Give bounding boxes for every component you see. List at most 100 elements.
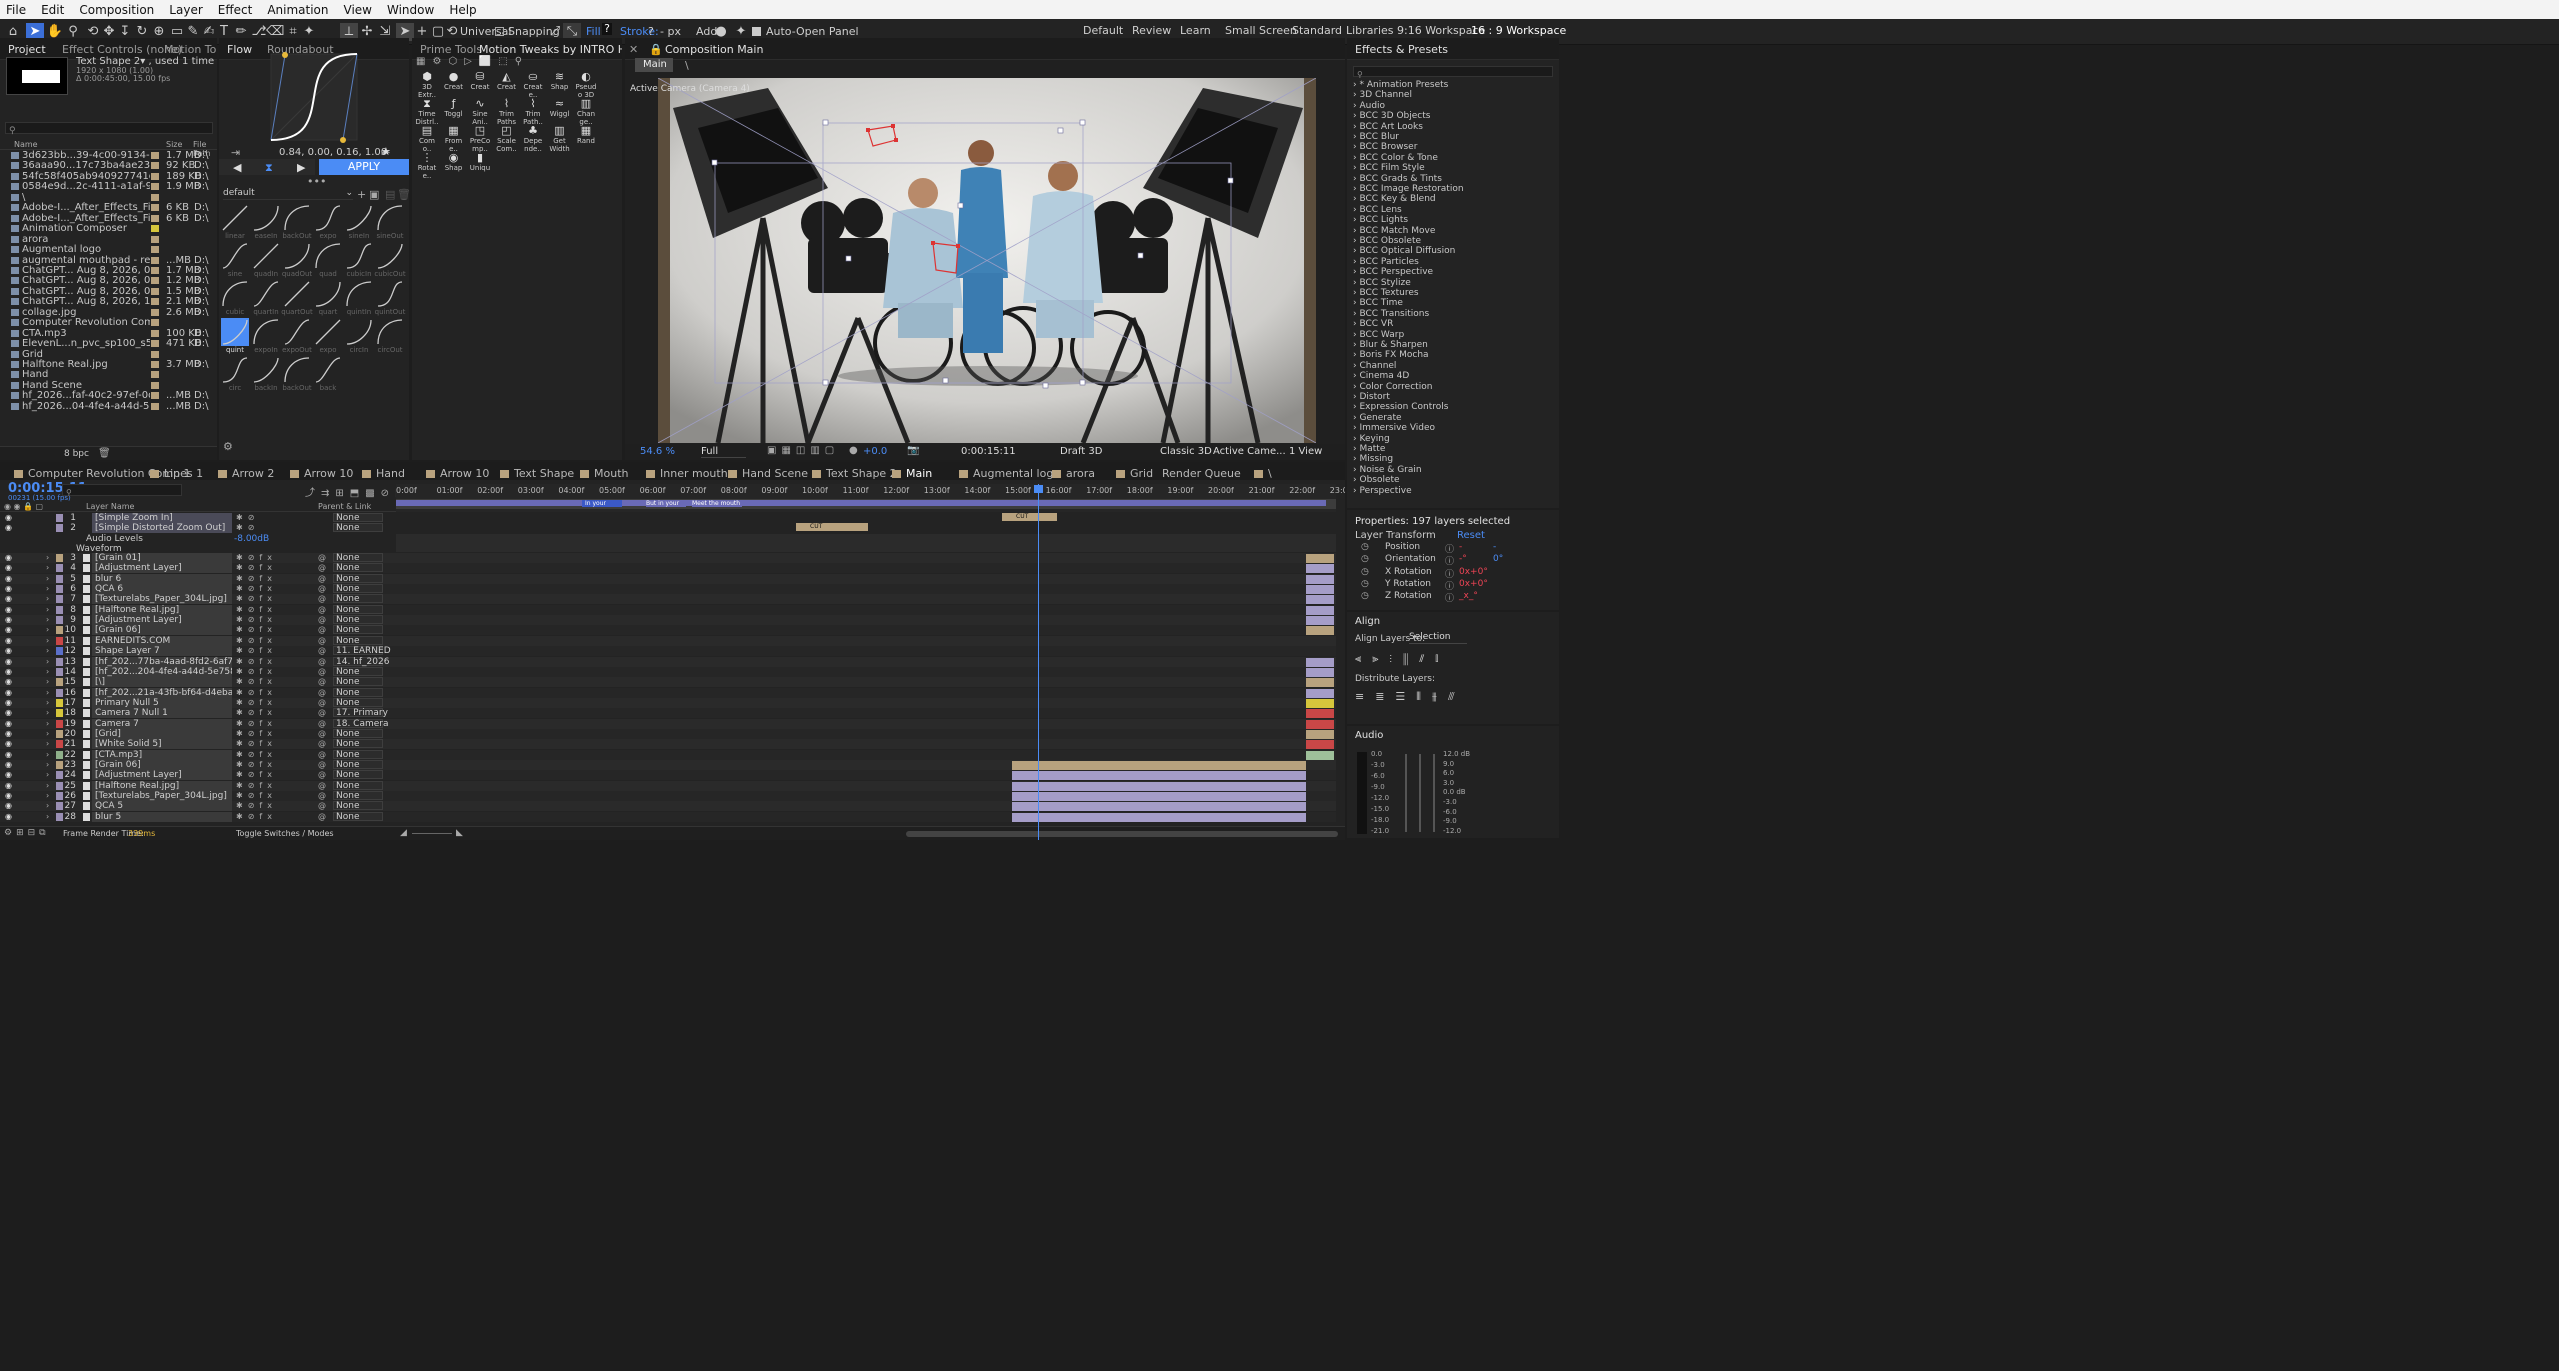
menu-layer[interactable]: Layer <box>169 3 202 17</box>
ease-preset[interactable] <box>345 242 373 270</box>
layer-name[interactable]: Camera 7 Null 1 <box>92 708 232 719</box>
col-size[interactable]: Size <box>166 140 182 149</box>
effect-category[interactable]: › 3D Channel <box>1353 90 1412 100</box>
comp-breadcrumb-main[interactable]: Main <box>635 58 673 72</box>
visibility-icon[interactable]: ◉ <box>5 761 13 769</box>
trash-icon[interactable]: 🗑 <box>98 448 111 459</box>
label-color[interactable] <box>56 678 63 687</box>
motion-tool-icon[interactable]: ∿ <box>469 97 491 110</box>
ease-preset[interactable] <box>376 318 404 346</box>
workspace-review[interactable]: Review <box>1132 24 1171 37</box>
layer-row[interactable]: ◉ › 20 [Grid] ✱⊘fx @ None <box>0 728 1336 739</box>
effect-category[interactable]: › BCC Grads & Tints <box>1353 174 1442 184</box>
layer-row[interactable]: ◉ › 23 [Grain 06] ✱⊘fx @ None <box>0 760 1336 770</box>
visibility-icon[interactable]: ◉ <box>5 514 13 522</box>
pickwhip-icon[interactable]: @ <box>318 760 326 769</box>
project-item[interactable]: hf_2026...faf-40c2-97ef-0d39d5018461.png… <box>8 390 209 401</box>
menu-view[interactable]: View <box>344 3 372 17</box>
effect-category[interactable]: › * Animation Presets <box>1353 80 1448 90</box>
timeline-tab[interactable]: Augmental logo <box>959 467 1060 480</box>
timeline-tab[interactable]: Arrow 10 <box>290 467 353 480</box>
effect-category[interactable]: › BCC Obsolete <box>1353 236 1421 246</box>
project-item[interactable]: Adobe-I..._After_Effects_Filetype_AEP.pn… <box>8 202 209 213</box>
layer-name[interactable]: Camera 7 <box>92 718 232 729</box>
label-swatch[interactable] <box>151 361 159 368</box>
layer-bar[interactable] <box>1012 812 1306 822</box>
effect-category[interactable]: › Immersive Video <box>1353 423 1435 433</box>
layer-name[interactable]: [hf_202...21a-43fb-bf64-d4eba78ac845.png… <box>92 687 232 698</box>
expand-chevron-icon[interactable]: › <box>46 708 49 717</box>
layer-switches[interactable]: ✱⊘fx <box>236 750 296 759</box>
label-color[interactable] <box>56 667 63 676</box>
menu-help[interactable]: Help <box>449 3 476 17</box>
preset-dropdown[interactable]: default ⌄ <box>223 188 353 200</box>
expand-chevron-icon[interactable]: › <box>46 750 49 759</box>
label-swatch[interactable] <box>151 172 159 180</box>
layer-row[interactable]: ◉ › 4 [Adjustment Layer] ✱⊘fx @ None <box>0 563 1336 574</box>
label-color[interactable] <box>56 771 63 780</box>
timeline-tab[interactable]: Text Shape 2 <box>812 467 897 480</box>
parent-select[interactable]: None <box>333 604 383 614</box>
label-color[interactable] <box>56 585 63 594</box>
transform-row[interactable]: ◷ X Rotation ⓘ 0x+0° <box>1347 566 1559 580</box>
motion-tool-label[interactable]: Rotat e.. <box>414 164 440 180</box>
label-color[interactable] <box>56 564 63 573</box>
layer-name[interactable]: [Grid] <box>92 728 232 739</box>
layer-bar[interactable] <box>1306 667 1334 677</box>
label-color[interactable] <box>56 626 63 635</box>
layer-switches[interactable]: ✱⊘fx <box>236 647 296 655</box>
project-item[interactable]: \ <box>8 192 209 203</box>
ease-preset[interactable] <box>314 204 342 232</box>
parent-select[interactable]: None <box>333 513 383 523</box>
motion-tool-icon[interactable]: ◉ <box>443 151 465 164</box>
label-color[interactable] <box>56 595 63 604</box>
layer-switches[interactable]: ✱⊘fx <box>236 709 296 717</box>
layer-bar[interactable] <box>1306 574 1334 584</box>
label-color[interactable] <box>56 812 63 821</box>
menu-file[interactable]: File <box>6 3 26 17</box>
parent-select[interactable]: 18. Camera <box>333 718 389 728</box>
layer-name[interactable]: [CTA.mp3] <box>92 749 232 760</box>
motion-tool-icon[interactable]: ≈ <box>549 97 571 110</box>
pickwhip-icon[interactable]: @ <box>318 688 326 697</box>
motion-tool-label[interactable]: Toggl <box>441 110 467 118</box>
layer-row[interactable]: ◉ › 8 [Halftone Real.jpg] ✱⊘fx @ None <box>0 604 1336 615</box>
workspace-standard[interactable]: Standard <box>1292 24 1342 37</box>
effect-category[interactable]: › Distort <box>1353 392 1390 402</box>
apply-button[interactable]: APPLY <box>319 159 409 175</box>
transform-value-2[interactable]: - <box>1493 542 1496 552</box>
label-color[interactable] <box>56 709 63 718</box>
visibility-icon[interactable]: ◉ <box>5 750 13 758</box>
project-item[interactable]: Hand Scene <box>8 380 209 391</box>
layer-name[interactable]: [hf_202...204-4fe4-a44d-5e75876c3302.png… <box>92 666 232 677</box>
ease-preset[interactable] <box>252 318 280 346</box>
expand-chevron-icon[interactable]: › <box>46 812 49 821</box>
timeline-tab[interactable]: Main <box>892 467 932 480</box>
playhead-handle[interactable] <box>1034 485 1043 493</box>
expand-chevron-icon[interactable]: › <box>46 719 49 728</box>
layer-switches[interactable]: ✱⊘fx <box>236 585 296 593</box>
layer-switches[interactable]: ✱⊘ <box>236 514 296 522</box>
zoom-level[interactable]: 54.6 % <box>640 446 675 457</box>
layer-row[interactable]: ◉ › 18 Camera 7 Null 1 ✱⊘fx @17. Primary <box>0 708 1336 719</box>
layer-switches[interactable]: ✱⊘fx <box>236 698 296 707</box>
visibility-icon[interactable]: ◉ <box>5 647 13 655</box>
layer-bar[interactable] <box>1306 585 1334 595</box>
more-icon[interactable]: ••• <box>307 175 326 188</box>
layer-bar[interactable] <box>1306 719 1334 729</box>
ease-preset[interactable] <box>314 356 342 384</box>
flow-curve-editor[interactable] <box>269 52 359 144</box>
motion-tool-icon[interactable]: ⌇ <box>496 97 518 110</box>
motion-tool-label[interactable]: Creat <box>467 83 493 91</box>
ease-preset[interactable] <box>252 204 280 232</box>
motion-tool-icon[interactable]: ● <box>443 70 465 83</box>
layer-row-1[interactable]: ◉ 1 [Simple Zoom In] ✱⊘ None <box>0 513 1336 523</box>
info-icon[interactable]: ⓘ <box>1445 591 1454 604</box>
visibility-icon[interactable]: ◉ <box>5 698 13 706</box>
transform-value[interactable]: _x_° <box>1459 591 1478 601</box>
cut-marker-2[interactable]: CUT <box>796 523 868 531</box>
project-item[interactable]: collage.jpg 2.6 MB D:\ <box>8 307 209 318</box>
project-item[interactable]: Hand <box>8 369 209 380</box>
parent-select[interactable]: None <box>333 594 383 604</box>
timeline-tab[interactable]: Text Shape <box>500 467 574 480</box>
